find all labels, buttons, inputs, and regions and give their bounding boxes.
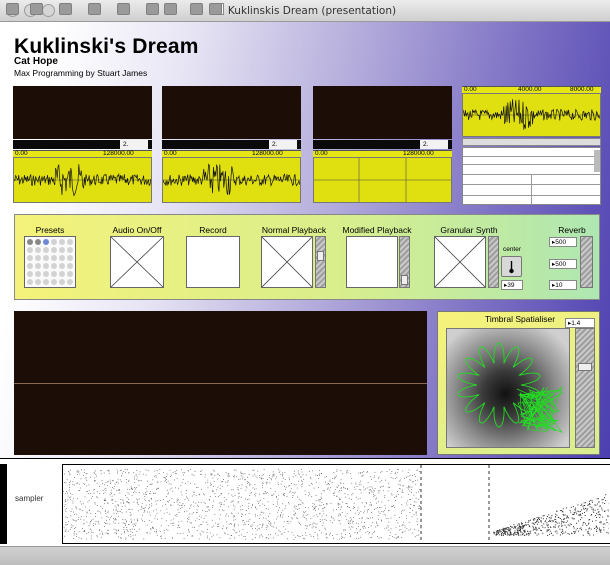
player-3-display bbox=[313, 86, 452, 139]
slider-thumb[interactable] bbox=[317, 251, 324, 261]
presets-label: Presets bbox=[35, 225, 65, 235]
player-2-ruler-end: 128000.00 bbox=[252, 150, 283, 157]
reverb-number-c[interactable]: ▸10 bbox=[549, 280, 577, 290]
oscilloscope-trace bbox=[14, 383, 427, 384]
presets-grid[interactable] bbox=[24, 236, 76, 288]
reverb-c-value: 10 bbox=[555, 282, 563, 289]
overview-ruler-0: 0.00 bbox=[464, 86, 477, 93]
spatialiser-title: Timbral Spatialiser bbox=[484, 314, 556, 324]
waveform-2-graphic bbox=[162, 163, 301, 195]
player-3-ruler: 0.00 128000.00 bbox=[313, 150, 452, 157]
modified-playback-label: Modified Playback bbox=[342, 225, 412, 235]
reverb-number-b[interactable]: ▸500 bbox=[549, 259, 577, 269]
sampler-label: sampler bbox=[15, 494, 44, 503]
programming-credit: Max Programming by Stuart James bbox=[14, 68, 148, 78]
sampler-noise-graphic bbox=[63, 465, 610, 543]
toggle-on-x-icon bbox=[110, 236, 164, 288]
author-name: Cat Hope bbox=[14, 56, 58, 67]
toggle-on-x-icon bbox=[434, 236, 486, 288]
player-1-waveform[interactable] bbox=[13, 157, 152, 203]
player-3-marker-label: 2. bbox=[423, 141, 429, 148]
player-2-ruler-start: 0.00 bbox=[164, 150, 177, 157]
record-label: Record bbox=[199, 225, 227, 235]
player-2-marker-label: 2. bbox=[272, 141, 278, 148]
spatialiser-slider[interactable] bbox=[575, 328, 595, 448]
granular-synth-label: Granular Synth bbox=[440, 225, 498, 235]
toggle-on-x-icon bbox=[261, 236, 313, 288]
audio-toggle[interactable] bbox=[110, 236, 164, 288]
overview-waveform[interactable] bbox=[462, 93, 601, 137]
audio-toggle-label: Audio On/Off bbox=[112, 225, 162, 235]
overview-waveform-graphic bbox=[462, 99, 601, 130]
reverb-slider[interactable] bbox=[580, 236, 593, 288]
bottom-toolbar bbox=[0, 546, 610, 565]
reverb-a-value: 500 bbox=[555, 239, 567, 246]
spatialiser-trace-graphic bbox=[457, 342, 563, 433]
player-1-display bbox=[13, 86, 152, 139]
overview-ruler-2: 8000.00 bbox=[570, 86, 594, 93]
player-2-ruler: 0.00 128000.00 bbox=[162, 150, 301, 157]
player-2-marker[interactable]: 2. bbox=[269, 140, 297, 149]
player-3-ruler-start: 0.00 bbox=[315, 150, 328, 157]
sampler-edge-bar bbox=[0, 464, 7, 544]
modified-playback-slider[interactable] bbox=[399, 236, 410, 288]
overview-ruler-1: 4000.00 bbox=[518, 86, 542, 93]
dial-value: 39 bbox=[507, 282, 515, 289]
spatialiser-value: 1.4 bbox=[571, 320, 581, 327]
overview-ruler: 0.00 4000.00 8000.00 bbox=[462, 86, 601, 93]
matrix-line bbox=[463, 156, 594, 157]
normal-playback-toggle[interactable] bbox=[261, 236, 313, 288]
spatialiser-number-box[interactable]: ▸1.4 bbox=[565, 318, 595, 328]
matrix-line bbox=[463, 164, 594, 165]
reverb-label: Reverb bbox=[558, 225, 586, 235]
slider-thumb[interactable] bbox=[401, 275, 408, 285]
normal-playback-label: Normal Playback bbox=[261, 225, 327, 235]
move-icon[interactable] bbox=[59, 3, 72, 15]
dial-value-box[interactable]: ▸39 bbox=[501, 280, 523, 290]
info-icon[interactable] bbox=[117, 3, 130, 15]
player-1-marker[interactable]: 2. bbox=[120, 140, 148, 149]
grid-icon[interactable] bbox=[190, 3, 203, 15]
player-3-marker[interactable]: 2. bbox=[420, 140, 448, 149]
pan-dial[interactable] bbox=[501, 256, 522, 277]
player-1-ruler-start: 0.00 bbox=[15, 150, 28, 157]
add-icon[interactable] bbox=[30, 3, 43, 15]
patcher-icon[interactable] bbox=[146, 3, 159, 15]
reverb-b-value: 500 bbox=[555, 261, 567, 268]
player-3-ruler-end: 128000.00 bbox=[403, 150, 434, 157]
player-2-waveform[interactable] bbox=[162, 157, 301, 203]
preset-slots-graphic bbox=[27, 239, 73, 285]
lock-icon[interactable] bbox=[6, 3, 19, 15]
spatialiser-field[interactable] bbox=[446, 328, 570, 448]
presentation-icon[interactable] bbox=[164, 3, 177, 15]
player-2-display bbox=[162, 86, 301, 139]
player-3-waveform[interactable] bbox=[313, 157, 452, 203]
overview-scroll-bar[interactable] bbox=[462, 138, 601, 146]
player-1-marker-label: 2. bbox=[123, 141, 129, 148]
dial-needle-icon bbox=[509, 261, 514, 274]
slider-thumb[interactable] bbox=[578, 363, 592, 371]
waveform-3-graphic bbox=[314, 158, 451, 202]
dial-label: center bbox=[502, 246, 522, 253]
reverb-number-a[interactable]: ▸500 bbox=[549, 237, 577, 247]
matrix-divider bbox=[531, 174, 532, 205]
record-toggle[interactable] bbox=[186, 236, 240, 288]
player-1-ruler: 0.00 128000.00 bbox=[13, 150, 152, 157]
modified-playback-toggle[interactable] bbox=[346, 236, 398, 288]
granular-synth-toggle[interactable] bbox=[434, 236, 486, 288]
window-title-text: Kuklinskis Dream (presentation) bbox=[227, 5, 397, 17]
output-matrix[interactable] bbox=[462, 147, 601, 205]
waveform-1-graphic bbox=[13, 163, 152, 197]
normal-playback-slider[interactable] bbox=[315, 236, 326, 288]
granular-synth-slider[interactable] bbox=[488, 236, 499, 288]
snap-icon[interactable] bbox=[209, 3, 222, 15]
save-icon[interactable] bbox=[88, 3, 101, 15]
sampler-noise-display[interactable] bbox=[62, 464, 610, 544]
matrix-scroll-handle[interactable] bbox=[594, 150, 600, 172]
player-1-ruler-end: 128000.00 bbox=[103, 150, 134, 157]
